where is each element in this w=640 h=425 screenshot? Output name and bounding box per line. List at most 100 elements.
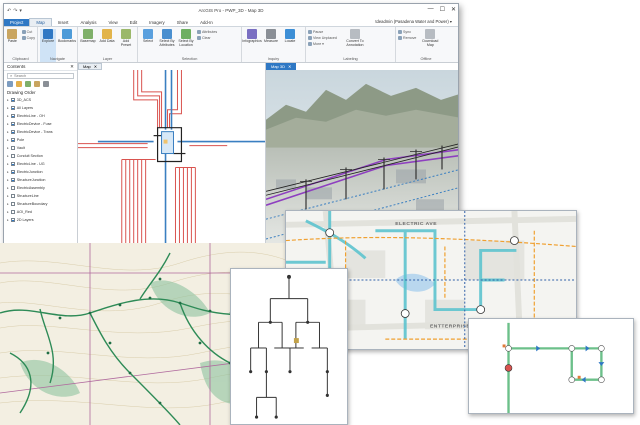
list-by-editing-icon[interactable] <box>34 81 40 87</box>
layer-visibility-checkbox[interactable] <box>10 210 15 214</box>
expand-arrow-icon[interactable]: ▸ <box>7 114 9 118</box>
layer-name: StructureBoundary <box>16 202 48 206</box>
close-button[interactable]: ✕ <box>451 6 456 13</box>
layer-visibility-checkbox[interactable] <box>10 154 15 158</box>
expand-arrow-icon[interactable]: ▸ <box>7 130 9 134</box>
tab-insert[interactable]: Insert <box>52 19 75 26</box>
layer-item[interactable]: ▸ Vault <box>7 144 77 152</box>
list-by-source-icon[interactable] <box>16 81 22 87</box>
search-icon: ⌕ <box>10 74 13 78</box>
expand-arrow-icon[interactable]: ▸ <box>7 146 9 150</box>
expand-arrow-icon[interactable]: ▸ <box>7 170 9 174</box>
layer-visibility-checkbox[interactable] <box>10 138 15 142</box>
layer-item[interactable]: ▸ Pole <box>7 136 77 144</box>
schematic-graphic <box>469 319 633 413</box>
layer-item[interactable]: ▸ All Layers <box>7 104 77 112</box>
labeling-group-label: Labeling <box>343 57 358 61</box>
layer-name: AOI_Red <box>16 210 32 214</box>
maximize-button[interactable]: ☐ <box>440 6 445 13</box>
clear-selection-button[interactable]: Clear <box>197 36 217 40</box>
layer-item[interactable]: ▸ StructureJunction <box>7 176 77 184</box>
tab-view[interactable]: View <box>103 19 124 26</box>
layer-name: ElectricDevice - Trans <box>16 130 53 134</box>
cut-button[interactable]: Cut <box>21 30 35 34</box>
tab-edit[interactable]: Edit <box>124 19 143 26</box>
layer-visibility-checkbox[interactable] <box>10 130 15 134</box>
more-icon <box>308 42 312 46</box>
list-by-drawing-order-icon[interactable] <box>7 81 13 87</box>
expand-arrow-icon[interactable]: ▸ <box>7 138 9 142</box>
layer-item[interactable]: ▸ ElectricDevice - Trans <box>7 128 77 136</box>
tab-map[interactable]: Map <box>29 18 52 26</box>
expand-arrow-icon[interactable]: ▸ <box>7 106 9 110</box>
layer-item[interactable]: ▸ ElectricJunction <box>7 168 77 176</box>
remove-button[interactable]: Remove <box>398 36 416 40</box>
layer-visibility-checkbox[interactable] <box>10 122 15 126</box>
layer-item[interactable]: ▸ StructureBoundary <box>7 200 77 208</box>
layer-visibility-checkbox[interactable] <box>10 194 15 198</box>
layer-visibility-checkbox[interactable] <box>10 170 15 174</box>
expand-arrow-icon[interactable]: ▸ <box>7 194 9 198</box>
layer-visibility-checkbox[interactable] <box>10 186 15 190</box>
select-by-attributes-icon <box>162 29 172 39</box>
sync-button[interactable]: Sync <box>398 30 416 34</box>
layer-visibility-checkbox[interactable] <box>10 98 15 102</box>
layer-item[interactable]: ▸ 3D_ACS <box>7 96 77 104</box>
pane-close-icon[interactable]: ✕ <box>70 64 74 70</box>
contents-title: Contents <box>7 64 26 69</box>
ribbon: Paste Cut Copy Clipboard Explore Bookmar… <box>4 27 458 63</box>
layer-visibility-checkbox[interactable] <box>10 106 15 110</box>
copy-button[interactable]: Copy <box>21 36 35 40</box>
layer-group: Basemap Add Data Add Preset Layer <box>78 27 138 62</box>
tab-share[interactable]: Share <box>171 19 194 26</box>
layer-item[interactable]: ▸ ElectricLine - UG <box>7 160 77 168</box>
layer-item[interactable]: ▸ ElectricDevice - Fuse <box>7 120 77 128</box>
view-unplaced-button[interactable]: View Unplaced <box>308 36 337 40</box>
tab-imagery[interactable]: Imagery <box>143 19 171 26</box>
tab-project[interactable]: Project <box>4 19 30 26</box>
clear-icon <box>197 36 201 40</box>
layer-visibility-checkbox[interactable] <box>10 218 15 222</box>
map-view-2d[interactable]: Map ✕ <box>78 63 266 249</box>
layer-item[interactable]: ▸ AOI_Red <box>7 208 77 216</box>
expand-arrow-icon[interactable]: ▸ <box>7 154 9 158</box>
layer-item[interactable]: ▸ ElectricLine - OH <box>7 112 77 120</box>
tab-analysis[interactable]: Analysis <box>74 19 102 26</box>
tab-add-in[interactable]: Add-In <box>194 19 219 26</box>
minimize-button[interactable]: — <box>428 6 434 13</box>
contents-search-input[interactable]: ⌕ Search <box>7 73 74 79</box>
tab-close-icon[interactable]: ✕ <box>288 64 291 69</box>
layer-name: All Layers <box>16 106 33 110</box>
layer-name: Vault <box>16 146 25 150</box>
pause-labeling-button[interactable]: Pause <box>308 30 337 34</box>
expand-arrow-icon[interactable]: ▸ <box>7 202 9 206</box>
expand-arrow-icon[interactable]: ▸ <box>7 162 9 166</box>
expand-arrow-icon[interactable]: ▸ <box>7 122 9 126</box>
layer-visibility-checkbox[interactable] <box>10 178 15 182</box>
expand-arrow-icon[interactable]: ▸ <box>7 186 9 190</box>
attributes-button[interactable]: Attributes <box>197 30 217 34</box>
tab-close-icon[interactable]: ✕ <box>94 64 97 69</box>
layer-visibility-checkbox[interactable] <box>10 162 15 166</box>
map-3d-tab[interactable]: Map 3D ✕ <box>266 63 297 70</box>
layer-item[interactable]: ▸ 2D Layers <box>7 216 77 224</box>
layer-name: Conduit Section <box>16 154 43 158</box>
map-tab[interactable]: Map ✕ <box>78 63 103 70</box>
clipboard-group: Paste Cut Copy Clipboard <box>4 27 38 62</box>
expand-arrow-icon[interactable]: ▸ <box>7 98 9 102</box>
expand-arrow-icon[interactable]: ▸ <box>7 210 9 214</box>
layer-visibility-checkbox[interactable] <box>10 114 15 118</box>
list-by-snapping-icon[interactable] <box>43 81 49 87</box>
layer-visibility-checkbox[interactable] <box>10 202 15 206</box>
expand-arrow-icon[interactable]: ▸ <box>7 178 9 182</box>
expand-arrow-icon[interactable]: ▸ <box>7 218 9 222</box>
list-by-selection-icon[interactable] <box>25 81 31 87</box>
electric-network-2d-map[interactable] <box>78 70 265 249</box>
layer-item[interactable]: ▸ StructureLine <box>7 192 77 200</box>
layer-item[interactable]: ▸ Conduit Section <box>7 152 77 160</box>
layer-item[interactable]: ▸ ElectricAssembly <box>7 184 77 192</box>
signed-in-user[interactable]: tdeadmin (Pasadena Water and Power) ▾ <box>375 19 452 24</box>
layer-visibility-checkbox[interactable] <box>10 146 15 150</box>
paste-icon <box>7 29 18 39</box>
more-labeling-button[interactable]: More ▾ <box>308 42 337 46</box>
